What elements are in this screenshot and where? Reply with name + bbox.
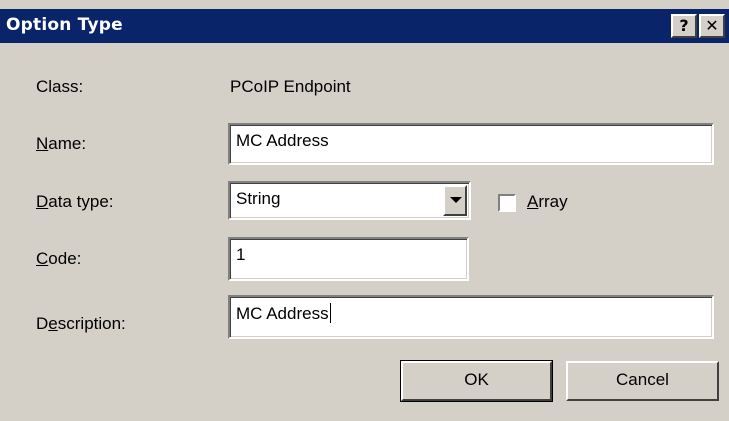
ok-button[interactable]: OK [400,360,553,402]
cancel-button[interactable]: Cancel [566,361,719,401]
close-button[interactable]: ✕ [699,14,725,38]
datatype-label: Data type: [36,192,114,211]
help-button[interactable]: ? [671,14,697,38]
code-label: Code: [36,249,82,268]
window-title: Option Type [6,15,123,35]
name-input-value: MC Address [236,131,329,150]
class-label: Class: [36,77,84,96]
description-input[interactable]: MC Address [228,295,714,339]
code-input[interactable]: 1 [228,237,469,281]
description-input-value: MC Address [236,304,329,323]
option-type-dialog: Option Type ? ✕ Class: PCoIP Endpoint Na… [0,0,729,421]
code-input-value: 1 [236,245,246,264]
datatype-select-value: String [236,189,281,208]
name-label: Name: [36,134,87,153]
close-icon: ✕ [705,16,719,35]
class-value: PCoIP Endpoint [230,77,351,96]
datatype-select[interactable]: String [228,181,471,220]
text-cursor [329,303,331,323]
array-checkbox[interactable] [498,194,516,212]
array-label[interactable]: Array [527,192,568,212]
description-label: Description: [36,314,126,333]
chevron-down-icon[interactable] [443,185,467,216]
title-bar[interactable]: Option Type ? ✕ [0,9,729,43]
help-icon: ? [679,16,689,35]
name-input[interactable]: MC Address [228,123,714,165]
